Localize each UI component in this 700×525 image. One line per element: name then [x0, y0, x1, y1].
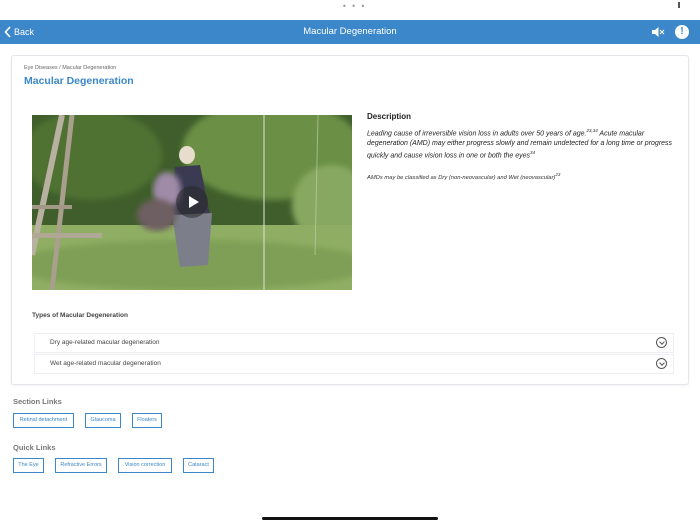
section-link-retinal-detachment[interactable]: Retinal detachment [13, 413, 74, 428]
play-icon[interactable] [176, 186, 208, 218]
accordion-label: Wet age-related macular degeneration [50, 360, 161, 367]
content-card: Eye Diseases / Macular Degeneration Macu… [11, 55, 689, 385]
nav-bar: Back Macular Degeneration ! [0, 20, 700, 44]
reference-superscript: 23 [555, 172, 561, 178]
reference-superscript: 34 [530, 150, 536, 156]
accordion-wet-amd[interactable]: Wet age-related macular degeneration [34, 354, 674, 374]
multitask-dots: • • • [342, 2, 367, 11]
section-link-floaters[interactable]: Floaters [132, 413, 162, 428]
quick-link-the-eye[interactable]: The Eye [13, 458, 44, 473]
speaker-muted-icon [652, 27, 665, 37]
section-link-glaucoma[interactable]: Glaucoma [85, 413, 121, 428]
status-bar: • • • [0, 0, 700, 20]
nav-title: Macular Degeneration [303, 26, 397, 37]
description-panel: Description Leading cause of irreversibl… [367, 112, 677, 181]
description-heading: Description [367, 112, 412, 121]
accordion-dry-amd[interactable]: Dry age-related macular degeneration [34, 333, 674, 353]
alert-button[interactable]: ! [675, 25, 689, 39]
breadcrumb: Eye Diseases / Macular Degeneration [24, 65, 117, 71]
quick-links-heading: Quick Links [13, 443, 56, 452]
section-links-heading: Section Links [13, 397, 62, 406]
page-title: Macular Degeneration [24, 75, 134, 87]
types-heading: Types of Macular Degeneration [32, 312, 128, 319]
description-text: Leading cause of irreversible vision los… [367, 128, 673, 160]
chevron-down-circle-icon[interactable] [656, 358, 667, 369]
quick-link-cataract[interactable]: Cataract [183, 458, 214, 473]
accordion-label: Dry age-related macular degeneration [50, 339, 160, 346]
classification-text: AMDs may be classified as Dry (non-neova… [367, 172, 561, 182]
exclamation-icon: ! [680, 26, 684, 37]
quick-link-vision-correction[interactable]: Vision correction [118, 458, 172, 473]
status-indicator [678, 2, 680, 8]
sound-toggle-button[interactable] [651, 25, 665, 39]
quick-link-refractive-errors[interactable]: Refractive Errors [55, 458, 107, 473]
chevron-down-circle-icon[interactable] [656, 337, 667, 348]
video-player[interactable] [32, 115, 352, 290]
reference-superscript: 23,34 [586, 128, 598, 133]
home-indicator[interactable] [262, 517, 438, 520]
